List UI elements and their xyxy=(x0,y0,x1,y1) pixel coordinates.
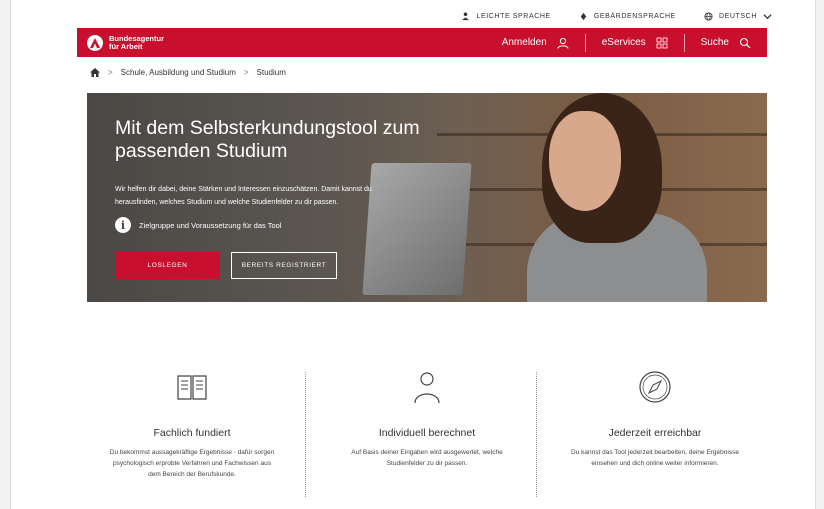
hero-title: Mit dem Selbsterkundungstool zum passend… xyxy=(115,117,420,162)
feature-item: Fachlich fundiert Du bekommst aussagekrä… xyxy=(92,367,292,480)
breadcrumb-separator: > xyxy=(108,68,113,77)
features-section: Fachlich fundiert Du bekommst aussagekrä… xyxy=(87,322,767,509)
search-button[interactable]: Suche xyxy=(683,33,767,52)
feature-text: Du kannst das Tool jederzeit bearbeiten,… xyxy=(571,449,739,467)
feature-title: Individuell berechnet xyxy=(378,427,476,439)
login-button[interactable]: Anmelden xyxy=(486,34,585,52)
sign-language-link[interactable]: GEBÄRDENSPRACHE xyxy=(579,9,676,23)
feature-item: Jederzeit erreichbar Du kannst das Tool … xyxy=(555,367,755,469)
feature-title: Jederzeit erreichbar xyxy=(608,427,702,439)
already-registered-button[interactable]: BEREITS REGISTRIERT xyxy=(231,252,337,279)
info-link[interactable]: i Zielgruppe und Voraussetzung für das T… xyxy=(115,217,281,233)
breadcrumb-item-study: Studium xyxy=(256,68,286,77)
feature-text: Auf Basis deiner Eingaben wird ausgewert… xyxy=(351,449,503,467)
logo[interactable]: Bundesagentur für Arbeit xyxy=(87,34,164,51)
info-label: Zielgruppe und Voraussetzung für das Too… xyxy=(139,220,282,230)
easy-language-link[interactable]: LEICHTE SPRACHE xyxy=(461,9,550,23)
logo-line-2: für Arbeit xyxy=(109,41,143,51)
book-icon xyxy=(172,367,212,407)
hero-text: Wir helfen dir dabei, deine Stärken und … xyxy=(115,186,372,206)
eservices-button[interactable]: eServices xyxy=(584,33,684,52)
sign-language-label: GEBÄRDENSPRACHE xyxy=(593,12,676,20)
person-face-image xyxy=(549,111,621,211)
main-header: Bundesagentur für Arbeit Anmelden eServi… xyxy=(77,28,767,57)
language-selector[interactable]: DEUTSCH xyxy=(704,9,772,23)
info-icon: i xyxy=(115,217,131,233)
logo-text: Bundesagentur für Arbeit xyxy=(109,34,164,51)
language-label: DEUTSCH xyxy=(718,12,757,20)
compass-icon xyxy=(635,367,675,407)
chevron-down-icon xyxy=(763,13,772,19)
eservices-label: eServices xyxy=(601,37,646,48)
breadcrumb-separator: > xyxy=(243,68,249,77)
feature-title: Fachlich fundiert xyxy=(153,427,231,439)
logo-mark-icon xyxy=(87,34,103,51)
feature-text: Du bekommst aussagekräftige Ergebnisse -… xyxy=(109,449,275,478)
easy-language-label: LEICHTE SPRACHE xyxy=(476,12,551,20)
globe-icon xyxy=(704,11,713,21)
search-label: Suche xyxy=(700,37,729,48)
login-label: Anmelden xyxy=(501,37,547,48)
feature-divider xyxy=(536,372,537,497)
hero-banner: Mit dem Selbsterkundungstool zum passend… xyxy=(87,93,767,302)
feature-item: Individuell berechnet Auf Basis deiner E… xyxy=(327,367,527,469)
breadcrumb: > Schule, Ausbildung und Studium > Studi… xyxy=(90,68,286,77)
home-icon[interactable] xyxy=(90,68,100,77)
grid-icon xyxy=(656,37,668,48)
header-nav: Anmelden eServices Suche xyxy=(486,28,767,57)
hand-icon xyxy=(580,12,587,20)
feature-divider xyxy=(305,372,306,497)
reader-icon xyxy=(462,11,470,20)
start-button[interactable]: LOSLEGEN xyxy=(115,252,220,279)
search-icon xyxy=(739,37,751,48)
person-icon xyxy=(407,367,447,407)
utility-nav: LEICHTE SPRACHE GEBÄRDENSPRACHE DEUTSCH xyxy=(462,9,772,23)
user-icon xyxy=(557,37,569,49)
breadcrumb-item-school[interactable]: Schule, Ausbildung und Studium xyxy=(121,68,236,77)
